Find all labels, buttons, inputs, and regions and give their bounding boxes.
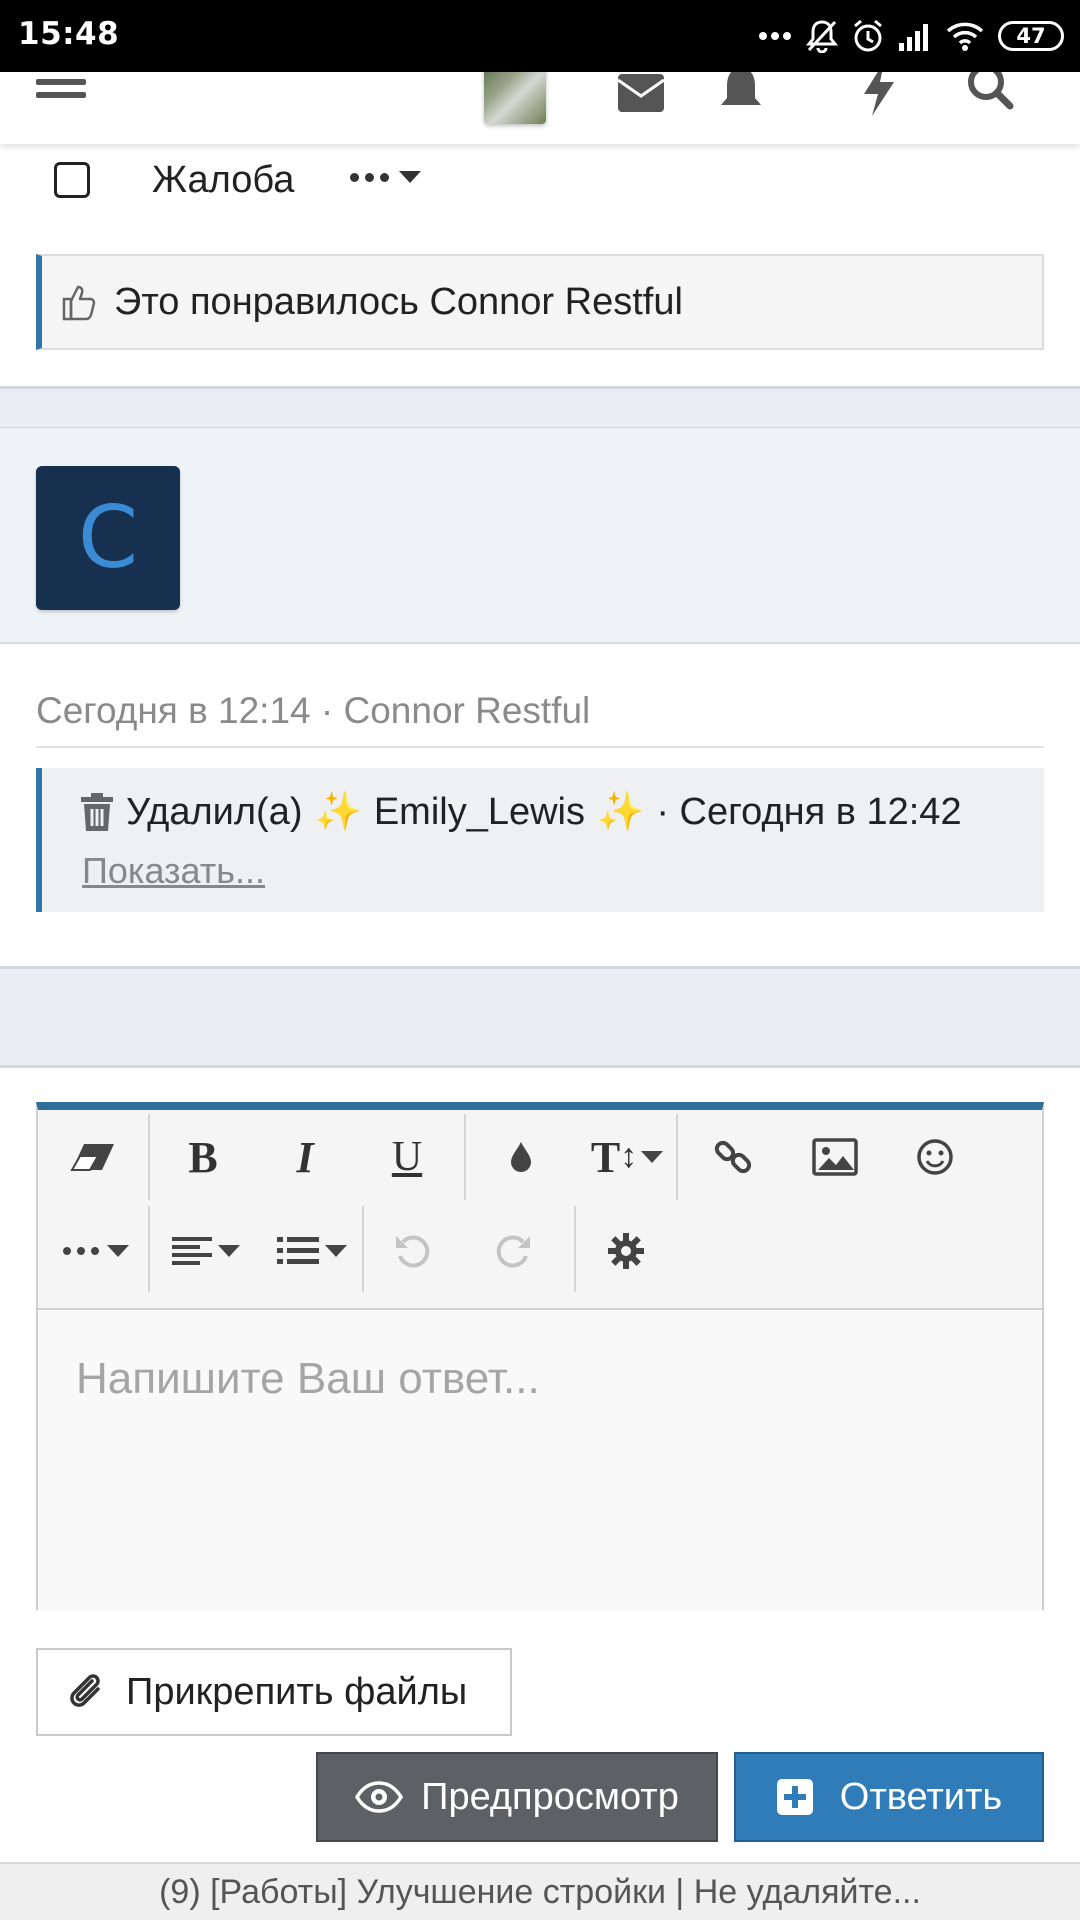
sparkle-icon: ✨ <box>314 791 362 833</box>
top-nav <box>0 72 1080 144</box>
editor-toolbar-row-1: B I U T ↕ <box>38 1110 1042 1204</box>
text-size-icon[interactable]: T ↕ <box>582 1124 672 1190</box>
bolt-icon[interactable] <box>858 72 898 116</box>
likes-bar: Это понравилось Connor Restful <box>36 254 1044 350</box>
paperclip-icon <box>70 1674 100 1707</box>
settings-gear-icon[interactable] <box>588 1218 664 1284</box>
more-actions-menu[interactable] <box>350 171 421 183</box>
image-icon[interactable] <box>800 1124 870 1190</box>
toolbar-divider <box>148 1114 150 1200</box>
toolbar-divider <box>464 1114 466 1200</box>
user-avatar[interactable] <box>484 72 546 124</box>
status-icons: 47 <box>758 18 1064 54</box>
redo-icon[interactable] <box>476 1218 552 1284</box>
search-icon[interactable] <box>966 72 1016 116</box>
more-options-icon[interactable] <box>56 1218 136 1284</box>
align-icon[interactable] <box>164 1218 248 1284</box>
italic-icon[interactable]: I <box>270 1124 340 1190</box>
reply-label: Ответить <box>839 1775 1003 1818</box>
deleted-line: Удалил(а) ✨ Emily_Lewis ✨ · Сегодня в 12… <box>80 790 962 834</box>
underline-icon[interactable]: U <box>372 1124 442 1190</box>
attach-files-label: Прикрепить файлы <box>126 1670 468 1713</box>
eye-icon <box>355 1781 404 1813</box>
link-icon[interactable] <box>698 1124 768 1190</box>
likes-text[interactable]: Это понравилось Connor Restful <box>114 281 683 324</box>
list-icon[interactable] <box>270 1218 354 1284</box>
attach-files-button[interactable]: Прикрепить файлы <box>36 1648 512 1736</box>
reply-button[interactable]: Ответить <box>734 1752 1044 1842</box>
deleted-notice: Удалил(а) ✨ Emily_Lewis ✨ · Сегодня в 12… <box>36 768 1044 912</box>
show-deleted-link[interactable]: Показать... <box>82 850 265 892</box>
deleted-by-label: Удалил(а) <box>126 790 303 833</box>
more-dots-icon <box>350 172 389 182</box>
deleted-time: · Сегодня в 12:42 <box>656 790 962 833</box>
trash-icon <box>81 793 113 831</box>
select-post-checkbox[interactable] <box>54 162 90 198</box>
battery-icon: 47 <box>998 21 1064 51</box>
chevron-down-icon <box>399 171 421 183</box>
toolbar-divider <box>362 1206 364 1292</box>
plus-square-icon <box>776 1779 813 1815</box>
alarm-icon <box>854 19 882 52</box>
signal-icon <box>899 24 928 51</box>
editor-toolbar-row-2 <box>38 1206 1042 1300</box>
reply-textarea[interactable]: Напишите Ваш ответ... <box>38 1308 1042 1610</box>
post-separator <box>0 966 1080 1068</box>
avatar[interactable]: C <box>36 466 180 610</box>
reply-editor: B I U T ↕ Напишите Ваш ответ... <box>36 1102 1044 1610</box>
preview-button[interactable]: Предпросмотр <box>316 1752 718 1842</box>
menu-icon[interactable] <box>36 72 86 106</box>
eraser-icon[interactable] <box>58 1124 128 1190</box>
toolbar-divider <box>574 1206 576 1292</box>
toolbar-divider <box>676 1114 678 1200</box>
mail-icon[interactable] <box>616 72 666 116</box>
smiley-icon[interactable] <box>900 1124 970 1190</box>
toolbar-divider <box>148 1206 150 1292</box>
wifi-icon <box>946 22 984 51</box>
bold-icon[interactable]: B <box>168 1124 238 1190</box>
silent-bell-icon <box>806 20 838 53</box>
post-separator <box>0 386 1080 430</box>
preview-label: Предпросмотр <box>421 1775 679 1818</box>
bell-icon[interactable] <box>714 72 768 116</box>
status-time: 15:48 <box>18 16 120 52</box>
thumbs-up-icon <box>62 285 96 321</box>
more-dots-icon <box>759 32 791 40</box>
report-link[interactable]: Жалоба <box>152 159 294 202</box>
status-bar: 15:48 47 <box>0 0 1080 72</box>
reply-placeholder: Напишите Ваш ответ... <box>76 1354 540 1403</box>
deleted-by-user[interactable]: Emily_Lewis <box>374 791 585 834</box>
post-actions: Жалоба <box>0 145 1080 215</box>
message-meta: Сегодня в 12:14 · Connor Restful <box>36 690 1044 748</box>
undo-icon[interactable] <box>374 1218 450 1284</box>
browser-tab-title[interactable]: (9) [Работы] Улучшение стройки | Не удал… <box>0 1862 1080 1920</box>
color-drop-icon[interactable] <box>486 1124 556 1190</box>
message-user-cell: C <box>0 428 1080 644</box>
sparkle-icon: ✨ <box>597 791 645 833</box>
